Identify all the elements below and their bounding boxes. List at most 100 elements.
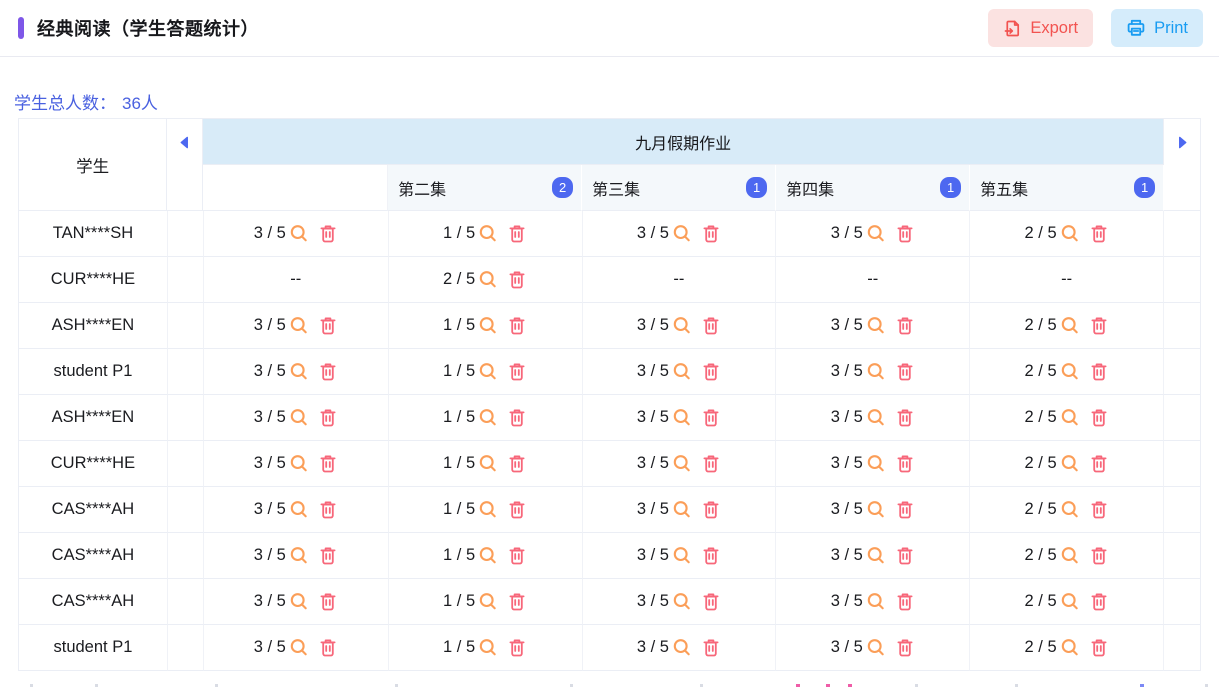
magnifier-icon[interactable] (672, 316, 692, 336)
scroll-left-cell[interactable] (167, 119, 203, 211)
trash-icon[interactable] (701, 316, 721, 336)
trash-icon[interactable] (318, 408, 338, 428)
trash-icon[interactable] (1089, 316, 1109, 336)
magnifier-icon[interactable] (866, 546, 886, 566)
trash-icon[interactable] (318, 454, 338, 474)
magnifier-icon[interactable] (1060, 546, 1080, 566)
magnifier-icon[interactable] (289, 454, 309, 474)
magnifier-icon[interactable] (478, 362, 498, 382)
trash-icon[interactable] (895, 500, 915, 520)
trash-icon[interactable] (1089, 592, 1109, 612)
magnifier-icon[interactable] (1060, 408, 1080, 428)
trash-icon[interactable] (318, 546, 338, 566)
magnifier-icon[interactable] (289, 546, 309, 566)
trash-icon[interactable] (1089, 454, 1109, 474)
magnifier-icon[interactable] (289, 638, 309, 658)
magnifier-icon[interactable] (672, 408, 692, 428)
magnifier-icon[interactable] (478, 316, 498, 336)
trash-icon[interactable] (507, 500, 527, 520)
trash-icon[interactable] (701, 592, 721, 612)
magnifier-icon[interactable] (1060, 454, 1080, 474)
print-button[interactable]: Print (1111, 9, 1203, 47)
trash-icon[interactable] (701, 638, 721, 658)
trash-icon[interactable] (895, 224, 915, 244)
magnifier-icon[interactable] (478, 500, 498, 520)
magnifier-icon[interactable] (672, 546, 692, 566)
trash-icon[interactable] (701, 546, 721, 566)
trash-icon[interactable] (1089, 408, 1109, 428)
magnifier-icon[interactable] (866, 638, 886, 658)
trash-icon[interactable] (895, 408, 915, 428)
magnifier-icon[interactable] (478, 546, 498, 566)
trash-icon[interactable] (507, 362, 527, 382)
magnifier-icon[interactable] (478, 454, 498, 474)
trash-icon[interactable] (507, 270, 527, 290)
magnifier-icon[interactable] (289, 408, 309, 428)
magnifier-icon[interactable] (866, 500, 886, 520)
trash-icon[interactable] (507, 592, 527, 612)
trash-icon[interactable] (895, 546, 915, 566)
magnifier-icon[interactable] (672, 638, 692, 658)
magnifier-icon[interactable] (289, 224, 309, 244)
magnifier-icon[interactable] (1060, 638, 1080, 658)
chevron-right-icon[interactable] (1176, 136, 1189, 149)
magnifier-icon[interactable] (866, 592, 886, 612)
magnifier-icon[interactable] (478, 638, 498, 658)
trash-icon[interactable] (318, 638, 338, 658)
trash-icon[interactable] (507, 408, 527, 428)
magnifier-icon[interactable] (289, 500, 309, 520)
trash-icon[interactable] (1089, 546, 1109, 566)
trash-icon[interactable] (318, 592, 338, 612)
magnifier-icon[interactable] (478, 270, 498, 290)
magnifier-icon[interactable] (672, 500, 692, 520)
magnifier-icon[interactable] (866, 316, 886, 336)
trash-icon[interactable] (701, 408, 721, 428)
magnifier-icon[interactable] (1060, 592, 1080, 612)
magnifier-icon[interactable] (672, 592, 692, 612)
trash-icon[interactable] (507, 316, 527, 336)
toolbar: Export Print (988, 9, 1203, 47)
trash-icon[interactable] (701, 224, 721, 244)
trash-icon[interactable] (895, 592, 915, 612)
trash-icon[interactable] (701, 454, 721, 474)
trash-icon[interactable] (318, 500, 338, 520)
magnifier-icon[interactable] (478, 408, 498, 428)
magnifier-icon[interactable] (289, 592, 309, 612)
chevron-left-icon[interactable] (178, 136, 191, 149)
trash-icon[interactable] (318, 224, 338, 244)
trash-icon[interactable] (507, 454, 527, 474)
magnifier-icon[interactable] (1060, 224, 1080, 244)
magnifier-icon[interactable] (866, 224, 886, 244)
trash-icon[interactable] (895, 316, 915, 336)
trash-icon[interactable] (507, 546, 527, 566)
magnifier-icon[interactable] (289, 362, 309, 382)
magnifier-icon[interactable] (1060, 316, 1080, 336)
score-value: 3 / 5 (637, 408, 669, 427)
magnifier-icon[interactable] (866, 362, 886, 382)
trash-icon[interactable] (507, 638, 527, 658)
trash-icon[interactable] (895, 454, 915, 474)
magnifier-icon[interactable] (289, 316, 309, 336)
trash-icon[interactable] (1089, 362, 1109, 382)
trash-icon[interactable] (318, 362, 338, 382)
magnifier-icon[interactable] (1060, 500, 1080, 520)
export-button[interactable]: Export (988, 9, 1093, 47)
magnifier-icon[interactable] (478, 224, 498, 244)
magnifier-icon[interactable] (1060, 362, 1080, 382)
scroll-right-cell[interactable] (1164, 119, 1201, 211)
trash-icon[interactable] (507, 224, 527, 244)
trash-icon[interactable] (701, 500, 721, 520)
trash-icon[interactable] (895, 362, 915, 382)
trash-icon[interactable] (701, 362, 721, 382)
trash-icon[interactable] (318, 316, 338, 336)
magnifier-icon[interactable] (672, 362, 692, 382)
magnifier-icon[interactable] (672, 224, 692, 244)
trash-icon[interactable] (1089, 638, 1109, 658)
magnifier-icon[interactable] (866, 408, 886, 428)
magnifier-icon[interactable] (478, 592, 498, 612)
magnifier-icon[interactable] (866, 454, 886, 474)
trash-icon[interactable] (1089, 500, 1109, 520)
trash-icon[interactable] (895, 638, 915, 658)
magnifier-icon[interactable] (672, 454, 692, 474)
trash-icon[interactable] (1089, 224, 1109, 244)
